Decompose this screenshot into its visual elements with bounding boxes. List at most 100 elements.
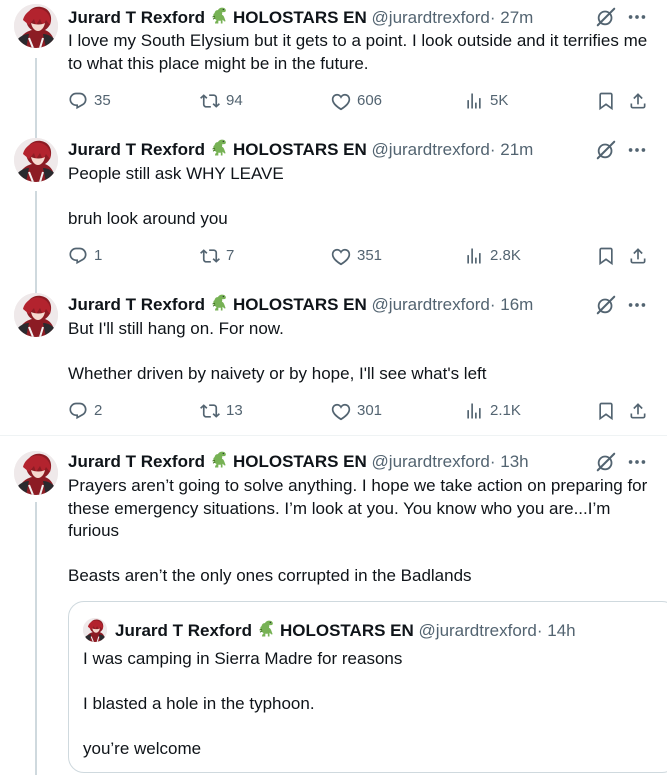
retweet-count: 13 [226,402,243,419]
quoted-tweet-header: Jurard T Rexford HOLOSTARS EN @jurardtrex… [83,618,576,642]
bookmark-button[interactable] [596,400,622,422]
display-name[interactable]: Jurard T Rexford [68,295,205,314]
like-count: 606 [357,92,383,109]
grok-icon[interactable] [595,294,617,316]
tweet-header: Jurard T Rexford HOLOSTARS EN @jurardtrex… [68,450,529,472]
dinosaur-emoji [257,619,277,639]
bookmark-icon [596,246,616,266]
more-icon[interactable] [625,294,649,316]
dinosaur-emoji [210,6,230,26]
retweet-button[interactable]: 13 [200,400,243,422]
quoted-timestamp: · 14h [536,621,576,640]
timestamp[interactable]: · 21m [490,140,533,159]
display-name[interactable]: Jurard T Rexford [68,8,205,27]
like-button[interactable]: 606 [331,90,382,112]
reply-button[interactable]: 35 [68,90,111,112]
dinosaur-emoji [210,138,230,158]
views-count: 2.1K [490,402,521,419]
bookmark-button[interactable] [596,245,622,267]
display-name-org[interactable]: HOLOSTARS EN [233,295,367,314]
display-name[interactable]: Jurard T Rexford [68,140,205,159]
reply-icon [68,91,88,111]
views-button[interactable]: 2.1K [464,400,521,422]
reply-count: 35 [94,92,111,109]
display-name[interactable]: Jurard T Rexford [68,452,205,471]
tweet-text: People still ask WHY LEAVE bruh look aro… [68,164,284,228]
tweet-divider [0,435,667,436]
avatar[interactable] [14,138,58,182]
quoted-tweet[interactable]: Jurard T Rexford HOLOSTARS EN @jurardtrex… [68,601,667,773]
views-button[interactable]: 5K [464,90,508,112]
share-button[interactable] [628,245,654,267]
tweet-actions: 2 13 301 2.1K [68,400,658,422]
reply-button[interactable]: 1 [68,245,102,267]
thread-line [35,58,37,138]
bookmark-icon [596,401,616,421]
tweet-actions: 35 94 606 5K [68,90,658,112]
views-icon [464,401,484,421]
views-icon [464,246,484,266]
bookmark-icon [596,91,616,111]
share-button[interactable] [628,90,654,112]
share-icon [628,91,648,111]
handle[interactable]: @jurardtrexford [372,295,490,314]
reply-count: 1 [94,247,103,264]
display-name-org[interactable]: HOLOSTARS EN [233,452,367,471]
timestamp[interactable]: · 13h [490,452,529,471]
timestamp[interactable]: · 16m [490,295,533,314]
dinosaur-emoji [210,293,230,313]
retweet-count: 7 [226,247,235,264]
more-icon[interactable] [625,6,649,28]
grok-icon[interactable] [595,451,617,473]
retweet-count: 94 [226,92,243,109]
avatar[interactable] [14,451,58,495]
quoted-handle: @jurardtrexford [418,621,537,640]
like-icon [331,401,351,421]
reply-count: 2 [94,402,103,419]
thread-line [35,191,37,293]
handle[interactable]: @jurardtrexford [372,8,490,27]
retweet-icon [200,91,220,111]
handle[interactable]: @jurardtrexford [372,452,490,471]
avatar[interactable] [14,293,58,337]
grok-icon[interactable] [595,6,617,28]
avatar[interactable] [14,4,58,48]
like-button[interactable]: 301 [331,400,382,422]
like-button[interactable]: 351 [331,245,382,267]
views-button[interactable]: 2.8K [464,245,521,267]
quoted-display-name-org: HOLOSTARS EN [279,621,414,640]
tweet-header: Jurard T Rexford HOLOSTARS EN @jurardtrex… [68,138,533,160]
like-count: 301 [357,402,383,419]
like-icon [331,246,351,266]
grok-icon[interactable] [595,139,617,161]
handle[interactable]: @jurardtrexford [372,140,490,159]
share-button[interactable] [628,400,654,422]
like-count: 351 [357,247,383,264]
quoted-tweet-text: I was camping in Sierra Madre for reason… [83,649,403,758]
tweet-text: But I'll still hang on. For now. Whether… [68,319,487,383]
timestamp[interactable]: · 27m [490,8,533,27]
reply-icon [68,401,88,421]
thread-line [35,502,37,775]
retweet-button[interactable]: 7 [200,245,234,267]
dinosaur-emoji [210,450,230,470]
tweet-header: Jurard T Rexford HOLOSTARS EN @jurardtrex… [68,293,533,315]
like-icon [331,91,351,111]
views-icon [464,91,484,111]
views-count: 2.8K [490,247,521,264]
reply-icon [68,246,88,266]
more-icon[interactable] [625,451,649,473]
tweet-actions: 1 7 351 2.8K [68,245,658,267]
share-icon [628,401,648,421]
tweet-text: Prayers aren’t going to solve anything. … [68,476,648,585]
tweet-text: I love my South Elysium but it gets to a… [68,31,648,73]
retweet-button[interactable]: 94 [200,90,243,112]
quoted-avatar [83,618,107,642]
more-icon[interactable] [625,139,649,161]
display-name-org[interactable]: HOLOSTARS EN [233,8,367,27]
reply-button[interactable]: 2 [68,400,102,422]
views-count: 5K [490,92,509,109]
share-icon [628,246,648,266]
display-name-org[interactable]: HOLOSTARS EN [233,140,367,159]
bookmark-button[interactable] [596,90,622,112]
